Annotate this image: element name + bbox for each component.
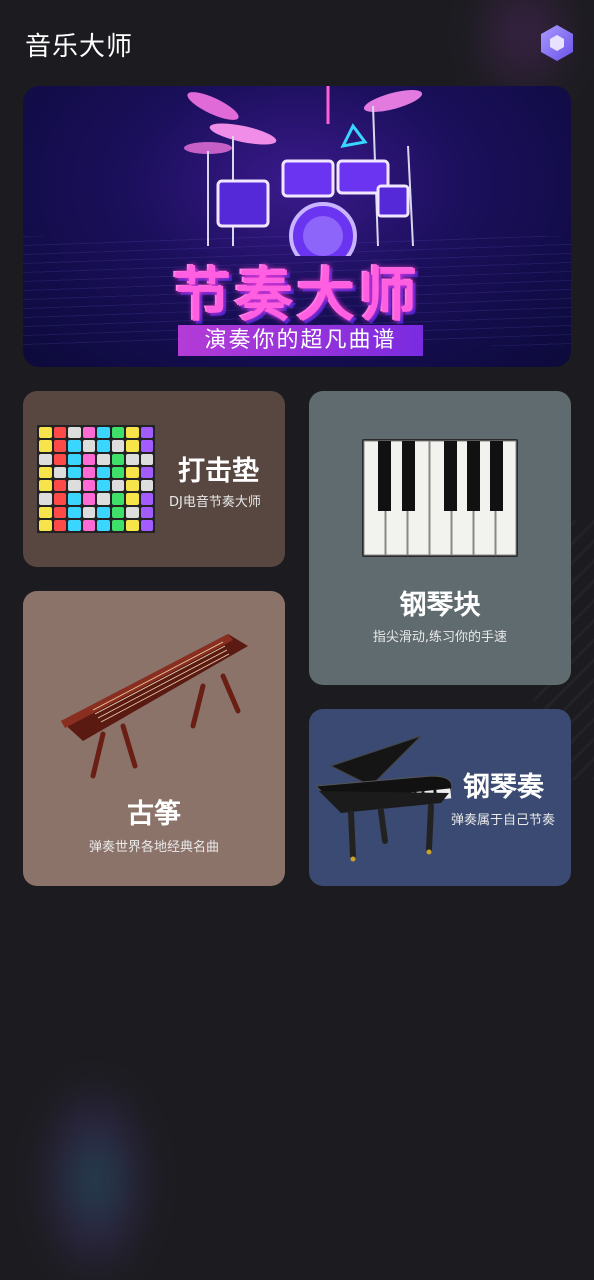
piano-tiles-card[interactable]: 钢琴块 指尖滑动,练习你的手速 <box>309 391 571 685</box>
piano-card[interactable]: 钢琴奏 弹奏属于自己节奏 <box>309 709 571 886</box>
piano-title: 钢琴奏 <box>463 772 544 803</box>
guzheng-card[interactable]: 古筝 弹奏世界各地经典名曲 <box>23 591 285 886</box>
banner-title: 节奏大师 <box>172 261 421 329</box>
drum-pad-grid-icon <box>37 425 155 533</box>
background-glow <box>40 1080 150 1280</box>
drum-pad-card[interactable]: 打击垫 DJ电音节奏大师 <box>23 391 285 567</box>
drum-kit-illustration <box>184 86 423 256</box>
app-title: 音乐大师 <box>25 32 134 62</box>
hexagon-settings-icon <box>541 25 573 61</box>
piano-keys-icon <box>362 439 518 557</box>
piano-subtitle: 弹奏属于自己节奏 <box>451 813 556 828</box>
banner-subtitle: 演奏你的超凡曲谱 <box>178 325 423 356</box>
piano-tiles-subtitle: 指尖滑动,练习你的手速 <box>372 630 508 645</box>
guzheng-title: 古筝 <box>127 799 181 830</box>
settings-button[interactable] <box>537 23 577 63</box>
grand-piano-illustration <box>314 735 453 862</box>
guzheng-illustration <box>61 634 248 779</box>
drum-pad-title: 打击垫 <box>178 456 259 487</box>
guzheng-subtitle: 弹奏世界各地经典名曲 <box>88 840 219 855</box>
drum-pad-subtitle: DJ电音节奏大师 <box>169 495 261 510</box>
piano-tiles-title: 钢琴块 <box>399 590 481 621</box>
rhythm-master-banner[interactable]: 节奏大师 演奏你的超凡曲谱 <box>23 86 571 367</box>
